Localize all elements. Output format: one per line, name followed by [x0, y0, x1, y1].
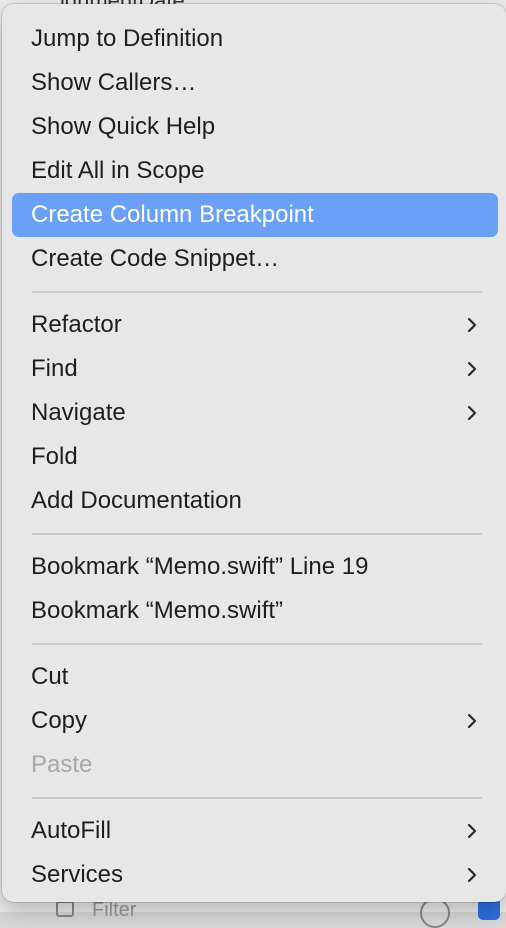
- menu-item-bookmark-file[interactable]: Bookmark “Memo.swift”: [12, 589, 498, 633]
- menu-item-show-quick-help[interactable]: Show Quick Help: [12, 105, 498, 149]
- filter-placeholder: Filter: [92, 899, 137, 921]
- menu-item-autofill[interactable]: AutoFill: [12, 809, 498, 853]
- menu-item-fold[interactable]: Fold: [12, 435, 498, 479]
- menu-item-label: Add Documentation: [31, 487, 242, 514]
- chevron-right-icon: [464, 361, 480, 377]
- menu-item-label: Show Quick Help: [31, 113, 216, 140]
- chevron-right-icon: [464, 317, 480, 333]
- menu-item-edit-all-in-scope[interactable]: Edit All in Scope: [12, 149, 498, 193]
- menu-item-paste: Paste: [12, 743, 498, 787]
- menu-item-label: AutoFill: [31, 817, 112, 844]
- menu-item-cut[interactable]: Cut: [12, 655, 498, 699]
- chevron-right-icon: [464, 867, 480, 883]
- menu-item-label: Jump to Definition: [31, 25, 224, 52]
- menu-item-label: Create Code Snippet…: [31, 245, 280, 272]
- menu-item-label: Navigate: [31, 399, 126, 426]
- chevron-right-icon: [464, 405, 480, 421]
- chevron-right-icon: [464, 823, 480, 839]
- menu-item-add-documentation[interactable]: Add Documentation: [12, 479, 498, 523]
- context-menu: Jump to Definition Show Callers… Show Qu…: [2, 4, 506, 902]
- menu-item-label: Bookmark “Memo.swift”: [31, 597, 284, 624]
- filter-icon: [56, 901, 74, 917]
- menu-item-navigate[interactable]: Navigate: [12, 391, 498, 435]
- menu-item-show-callers[interactable]: Show Callers…: [12, 61, 498, 105]
- menu-separator: [2, 523, 506, 545]
- menu-item-copy[interactable]: Copy: [12, 699, 498, 743]
- menu-separator: [2, 281, 506, 303]
- menu-item-label: Refactor: [31, 311, 122, 338]
- menu-item-label: Services: [31, 861, 124, 888]
- menu-item-jump-to-definition[interactable]: Jump to Definition: [12, 17, 498, 61]
- menu-item-create-code-snippet[interactable]: Create Code Snippet…: [12, 237, 498, 281]
- menu-item-services[interactable]: Services: [12, 853, 498, 897]
- menu-item-refactor[interactable]: Refactor: [12, 303, 498, 347]
- menu-separator: [2, 633, 506, 655]
- menu-item-label: Paste: [31, 751, 93, 778]
- menu-item-label: Edit All in Scope: [31, 157, 205, 184]
- menu-item-bookmark-line[interactable]: Bookmark “Memo.swift” Line 19: [12, 545, 498, 589]
- menu-item-create-column-breakpoint[interactable]: Create Column Breakpoint: [12, 193, 498, 237]
- menu-item-label: Cut: [31, 663, 69, 690]
- menu-item-find[interactable]: Find: [12, 347, 498, 391]
- menu-item-label: Create Column Breakpoint: [31, 201, 314, 228]
- menu-item-label: Copy: [31, 707, 88, 734]
- menu-item-label: Show Callers…: [31, 69, 197, 96]
- menu-item-label: Fold: [31, 443, 78, 470]
- chevron-right-icon: [464, 713, 480, 729]
- menu-separator: [2, 787, 506, 809]
- menu-item-label: Bookmark “Memo.swift” Line 19: [31, 553, 369, 580]
- menu-item-label: Find: [31, 355, 78, 382]
- history-icon[interactable]: [420, 898, 450, 928]
